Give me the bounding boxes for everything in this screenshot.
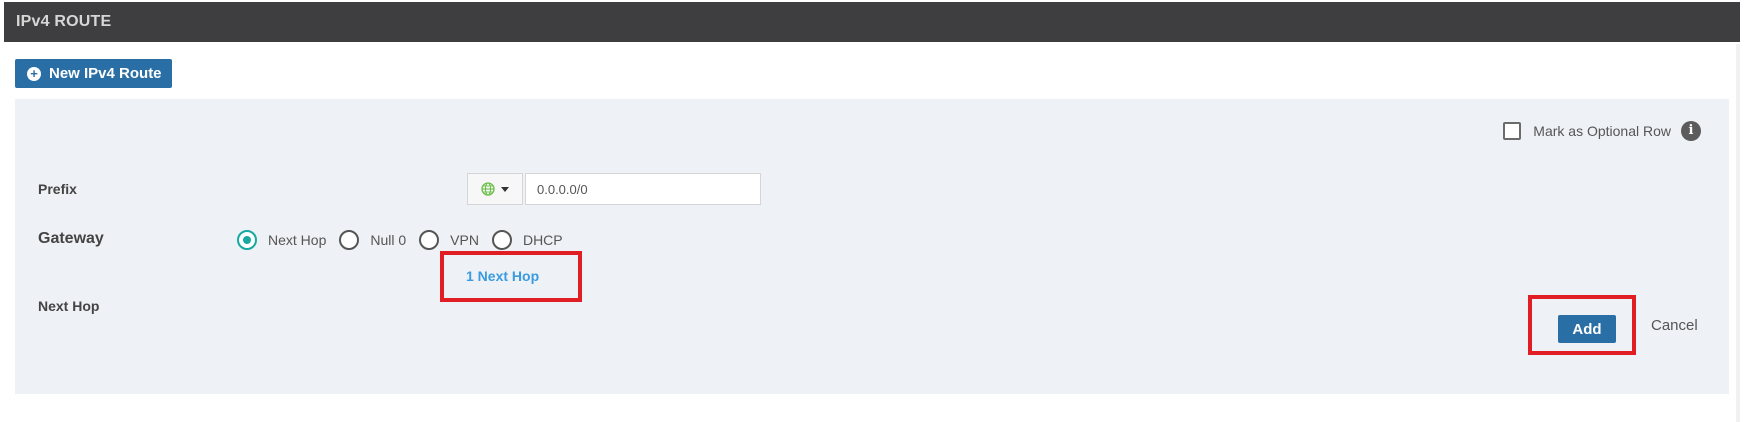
- gateway-option-label: DHCP: [522, 232, 563, 248]
- gateway-option-label: Null 0: [370, 232, 407, 248]
- chevron-down-icon: [501, 186, 509, 192]
- next-hop-label: Next Hop: [38, 298, 100, 314]
- gateway-option-dhcp[interactable]: DHCP: [491, 230, 563, 250]
- plus-circle-icon: +: [27, 66, 41, 81]
- panel-title: IPv4 ROUTE: [4, 2, 1740, 42]
- optional-row-label: Mark as Optional Row: [1533, 123, 1671, 139]
- gateway-label: Gateway: [38, 230, 104, 247]
- gateway-option-label: Next Hop: [268, 232, 327, 248]
- gateway-option-next-hop[interactable]: Next Hop: [237, 230, 326, 250]
- new-ipv4-route-button[interactable]: + New IPv4 Route: [15, 59, 172, 88]
- prefix-scope-dropdown[interactable]: [467, 173, 523, 205]
- route-form: Mark as Optional Row i Prefix Gateway Ne…: [15, 99, 1729, 394]
- optional-row-checkbox[interactable]: [1503, 122, 1522, 140]
- radio-next-hop[interactable]: [237, 230, 257, 250]
- prefix-input[interactable]: [525, 173, 761, 205]
- globe-icon: [481, 182, 495, 196]
- info-icon[interactable]: i: [1681, 121, 1701, 141]
- scrollbar[interactable]: [1736, 44, 1740, 422]
- gateway-radio-group: Next Hop Null 0 VPN DHCP: [237, 230, 576, 250]
- prefix-label: Prefix: [38, 181, 77, 197]
- new-ipv4-route-label: New IPv4 Route: [49, 65, 162, 82]
- radio-null0[interactable]: [339, 230, 360, 250]
- gateway-option-label: VPN: [450, 232, 479, 248]
- radio-dhcp[interactable]: [491, 230, 512, 250]
- radio-vpn[interactable]: [419, 230, 440, 250]
- gateway-option-null0[interactable]: Null 0: [339, 230, 406, 250]
- add-button[interactable]: Add: [1558, 315, 1616, 343]
- gateway-option-vpn[interactable]: VPN: [419, 230, 479, 250]
- cancel-button[interactable]: Cancel: [1645, 316, 1704, 335]
- next-hop-link[interactable]: 1 Next Hop: [466, 268, 539, 284]
- optional-row-toggle: Mark as Optional Row i: [1503, 121, 1701, 141]
- ipv4-route-panel: IPv4 ROUTE + New IPv4 Route Mark as Opti…: [4, 2, 1740, 422]
